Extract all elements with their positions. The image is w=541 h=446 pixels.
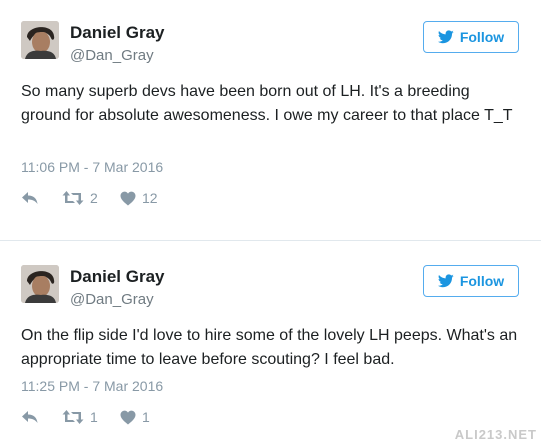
tweet-2: Daniel Gray @Dan_Gray Follow On the flip…	[0, 241, 541, 446]
tweet-1: Daniel Gray @Dan_Gray Follow So many sup…	[0, 0, 541, 240]
heart-icon	[120, 410, 136, 424]
like-button[interactable]: 1	[120, 409, 150, 425]
user-handle[interactable]: @Dan_Gray	[70, 291, 154, 308]
follow-button[interactable]: Follow	[423, 21, 519, 53]
retweet-button[interactable]: 2	[62, 190, 98, 206]
follow-label: Follow	[459, 273, 505, 289]
twitter-bird-icon	[437, 30, 454, 44]
avatar-photo	[21, 21, 59, 59]
retweet-count: 1	[90, 409, 98, 425]
retweet-button[interactable]: 1	[62, 409, 98, 425]
reply-button[interactable]	[21, 190, 39, 206]
avatar-photo	[21, 265, 59, 303]
display-name[interactable]: Daniel Gray	[70, 267, 165, 287]
display-name[interactable]: Daniel Gray	[70, 23, 165, 43]
heart-icon	[120, 191, 136, 205]
like-count: 1	[142, 409, 150, 425]
reply-button[interactable]	[21, 409, 39, 425]
like-count: 12	[142, 190, 158, 206]
retweet-icon	[62, 410, 84, 424]
tweet-text: On the flip side I'd love to hire some o…	[21, 327, 518, 368]
tweet-text: So many superb devs have been born out o…	[21, 83, 513, 124]
twitter-bird-icon	[437, 274, 454, 288]
retweet-icon	[62, 191, 84, 205]
follow-button[interactable]: Follow	[423, 265, 519, 297]
tweet-timestamp[interactable]: 11:25 PM - 7 Mar 2016	[21, 378, 163, 394]
reply-icon	[22, 411, 38, 423]
avatar[interactable]	[21, 265, 59, 303]
tweet-timestamp[interactable]: 11:06 PM - 7 Mar 2016	[21, 159, 163, 175]
like-button[interactable]: 12	[120, 190, 158, 206]
follow-label: Follow	[459, 29, 505, 45]
site-watermark: ALI213.NET	[454, 427, 537, 442]
retweet-count: 2	[90, 190, 98, 206]
avatar[interactable]	[21, 21, 59, 59]
user-handle[interactable]: @Dan_Gray	[70, 47, 154, 64]
reply-icon	[22, 192, 38, 204]
